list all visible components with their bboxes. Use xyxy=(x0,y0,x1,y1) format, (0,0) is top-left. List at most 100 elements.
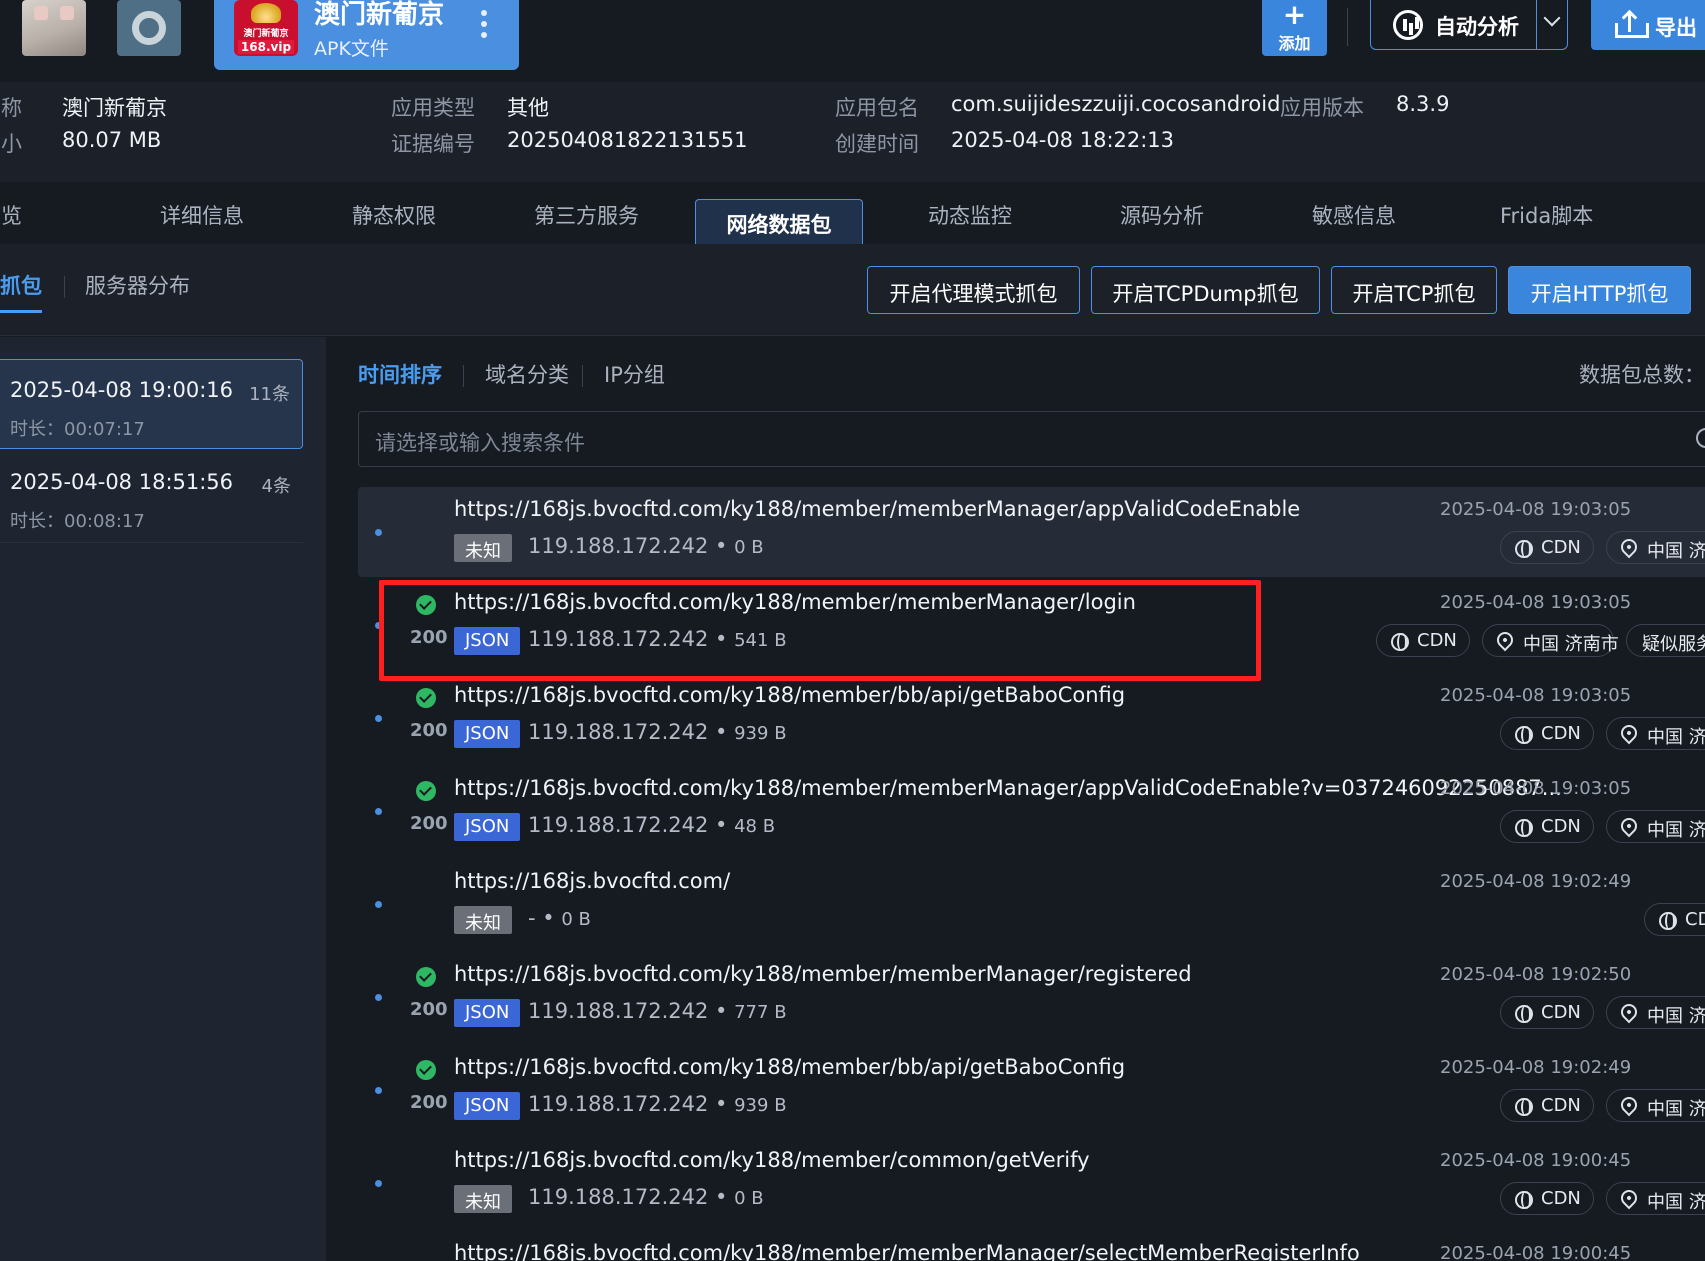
tab-details[interactable]: 详细信息 xyxy=(160,200,244,230)
tab-network-packets[interactable]: 网络数据包 xyxy=(695,199,863,244)
highlight-annotation xyxy=(379,580,1261,681)
toolbar-divider xyxy=(1347,8,1348,46)
tcpdump-capture-button[interactable]: 开启TCPDump抓包 xyxy=(1091,266,1320,314)
size-value: 80.07 MB xyxy=(62,128,162,152)
packet-list-panel: 时间排序 域名分类 IP分组 数据包总数： 请选择或输入搜索条件 https:/… xyxy=(326,337,1705,1261)
tab-dynamic-monitor[interactable]: 动态监控 xyxy=(928,200,1012,230)
packet-ip: 119.188.172.242 • 0 B xyxy=(528,534,764,558)
packet-time: 2025-04-08 19:03:05 xyxy=(1440,778,1632,799)
location-pin-icon xyxy=(1493,628,1517,652)
packet-dot-icon xyxy=(375,1180,382,1187)
app-card[interactable]: 澳门新葡京 168.vip 澳门新葡京 APK文件 xyxy=(214,0,519,70)
packet-url[interactable]: https://168js.bvocftd.com/ky188/member/m… xyxy=(454,497,1300,521)
package-value: com.suijideszzuiji.cocosandroid xyxy=(951,92,1281,116)
sort-by-time[interactable]: 时间排序 xyxy=(358,359,442,389)
globe-icon xyxy=(1515,540,1533,558)
tcp-capture-button[interactable]: 开启TCP抓包 xyxy=(1331,266,1497,314)
packet-ip: 119.188.172.242 • 939 B xyxy=(528,1092,787,1116)
plus-icon: + xyxy=(1282,0,1307,31)
packet-row[interactable]: https://168js.bvocftd.com/ky188/member/c… xyxy=(358,1138,1705,1228)
top-bar: 澳门新葡京 168.vip 澳门新葡京 APK文件 + 添加 自动分析 导出 xyxy=(0,0,1705,82)
packet-time: 2025-04-08 19:02:49 xyxy=(1440,871,1632,892)
globe-icon xyxy=(1391,633,1409,651)
name-value: 澳门新葡京 xyxy=(62,96,167,120)
packet-row[interactable]: 200 https://168js.bvocftd.com/ky188/membe… xyxy=(358,766,1705,856)
packet-row[interactable]: https://168js.bvocftd.com/ky188/member/m… xyxy=(358,1231,1705,1261)
cat-avatar-thumbnail[interactable] xyxy=(22,0,86,56)
chevron-down-icon[interactable] xyxy=(1543,9,1561,27)
packet-time: 2025-04-08 19:03:05 xyxy=(1440,499,1632,520)
tab-overview[interactable]: 总览 xyxy=(0,200,22,230)
packet-dot-icon xyxy=(375,901,382,908)
search-input[interactable]: 请选择或输入搜索条件 xyxy=(358,411,1705,467)
packet-size: 0 B xyxy=(734,537,764,558)
packet-url[interactable]: https://168js.bvocftd.com/ xyxy=(454,869,730,893)
apptype-key: 应用类型 xyxy=(391,96,475,120)
cert-value: 202504081822131551 xyxy=(507,128,748,152)
subtab-capture[interactable]: 抓包 xyxy=(0,270,42,300)
status-code: 200 xyxy=(410,813,448,834)
packet-size: 777 B xyxy=(734,1002,787,1023)
created-value: 2025-04-08 18:22:13 xyxy=(951,128,1175,152)
search-icon[interactable] xyxy=(1696,428,1705,448)
more-vertical-icon[interactable] xyxy=(481,10,487,43)
packet-url[interactable]: https://168js.bvocftd.com/ky188/member/m… xyxy=(454,962,1192,986)
packet-size: 939 B xyxy=(734,723,787,744)
tab-frida-script[interactable]: Frida脚本 xyxy=(1500,200,1593,230)
packet-row[interactable]: https://168js.bvocftd.com/ky188/member/m… xyxy=(358,487,1705,577)
location-pin-icon xyxy=(1617,814,1641,838)
packet-time: 2025-04-08 19:00:45 xyxy=(1440,1150,1632,1171)
packet-ip: 119.188.172.242 • 48 B xyxy=(528,813,776,837)
proxy-capture-button[interactable]: 开启代理模式抓包 xyxy=(867,266,1080,314)
globe-icon xyxy=(1515,819,1533,837)
packet-row[interactable]: https://168js.bvocftd.com/未知 - • 0 B 2025-… xyxy=(358,859,1705,949)
sort-by-ip[interactable]: IP分组 xyxy=(604,359,665,389)
packet-row[interactable]: 200 https://168js.bvocftd.com/ky188/membe… xyxy=(358,673,1705,763)
packet-url[interactable]: https://168js.bvocftd.com/ky188/member/c… xyxy=(454,1148,1090,1172)
location-tag: 中国 济南市 xyxy=(1606,1182,1705,1215)
tab-third-party[interactable]: 第三方服务 xyxy=(534,200,639,230)
content-type-badge: JSON xyxy=(454,1092,521,1120)
apptype-value: 其他 xyxy=(507,96,549,120)
location-pin-icon xyxy=(1617,1000,1641,1024)
packet-url[interactable]: https://168js.bvocftd.com/ky188/member/m… xyxy=(454,776,1562,800)
auto-analysis-button[interactable]: 自动分析 xyxy=(1370,0,1568,50)
add-button[interactable]: + 添加 xyxy=(1262,0,1327,56)
app-type: APK文件 xyxy=(314,38,389,60)
packet-time: 2025-04-08 19:00:45 xyxy=(1440,1243,1632,1261)
cert-key: 证据编号 xyxy=(391,132,475,156)
content-type-badge: 未知 xyxy=(454,1185,512,1213)
location-pin-icon xyxy=(1617,721,1641,745)
packet-time: 2025-04-08 19:02:50 xyxy=(1440,964,1632,985)
cdn-tag: CDN xyxy=(1500,1182,1594,1215)
globe-icon xyxy=(1515,1005,1533,1023)
created-key: 创建时间 xyxy=(835,132,919,156)
version-value: 8.3.9 xyxy=(1396,92,1450,116)
app-thumbnail[interactable] xyxy=(117,0,181,56)
packet-url[interactable]: https://168js.bvocftd.com/ky188/member/m… xyxy=(454,1241,1360,1261)
session-item[interactable]: 2025-04-08 18:51:56 4条 时长：00:08:17 xyxy=(0,452,303,542)
check-circle-icon xyxy=(416,967,436,987)
http-capture-button[interactable]: 开启HTTP抓包 xyxy=(1508,266,1691,314)
packet-url[interactable]: https://168js.bvocftd.com/ky188/member/b… xyxy=(454,1055,1125,1079)
globe-icon xyxy=(1515,726,1533,744)
content-type-badge: 未知 xyxy=(454,534,512,562)
location-pin-icon xyxy=(1617,535,1641,559)
session-item[interactable]: 2025-04-08 19:00:16 11条 时长：00:07:17 xyxy=(0,359,303,449)
packet-dot-icon xyxy=(375,994,382,1001)
subtab-server-distribution[interactable]: 服务器分布 xyxy=(85,270,190,300)
tab-sensitive-info[interactable]: 敏感信息 xyxy=(1312,200,1396,230)
packet-row[interactable]: 200 https://168js.bvocftd.com/ky188/membe… xyxy=(358,1045,1705,1135)
globe-icon xyxy=(1659,912,1677,930)
location-tag: 中国 济南市 xyxy=(1606,1089,1705,1122)
content-type-badge: 未知 xyxy=(454,906,512,934)
tab-static-permissions[interactable]: 静态权限 xyxy=(352,200,436,230)
packet-dot-icon xyxy=(375,715,382,722)
packet-dot-icon xyxy=(375,1087,382,1094)
tab-source-analysis[interactable]: 源码分析 xyxy=(1120,200,1204,230)
sort-by-domain[interactable]: 域名分类 xyxy=(485,359,569,389)
export-button[interactable]: 导出 xyxy=(1591,0,1705,50)
content-type-badge: JSON xyxy=(454,999,521,1027)
packet-row[interactable]: 200 https://168js.bvocftd.com/ky188/membe… xyxy=(358,952,1705,1042)
packet-url[interactable]: https://168js.bvocftd.com/ky188/member/b… xyxy=(454,683,1125,707)
